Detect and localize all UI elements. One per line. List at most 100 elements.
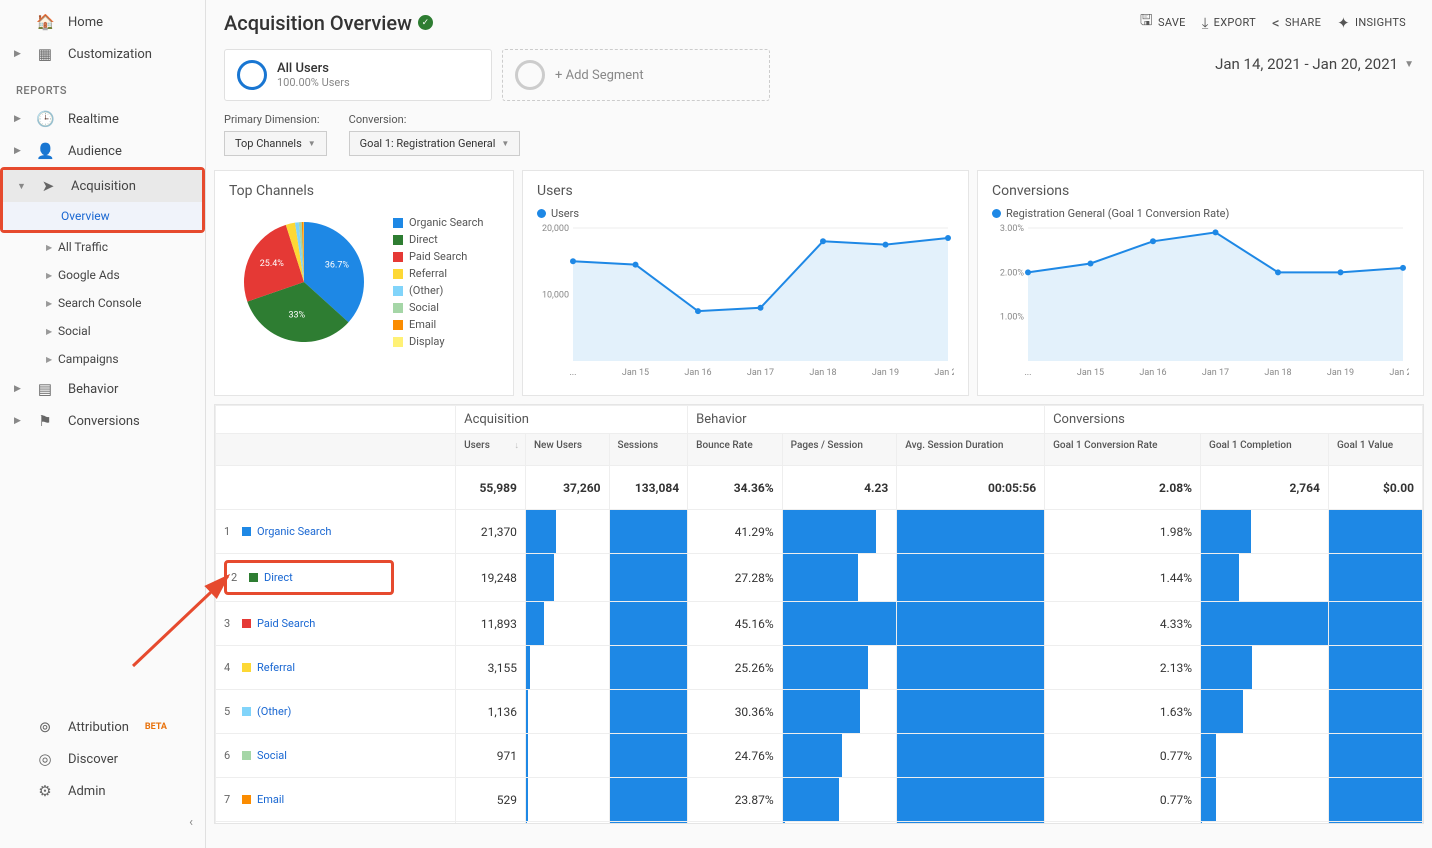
col-header[interactable]: Bounce Rate <box>688 434 782 466</box>
label: Audience <box>68 144 122 159</box>
channel-link[interactable]: Direct <box>264 571 293 584</box>
channel-link[interactable]: Referral <box>257 661 295 674</box>
conversion-dropdown[interactable]: Goal 1: Registration General▼ <box>349 131 521 156</box>
chevron-down-icon: ▼ <box>308 139 316 148</box>
svg-text:10,000: 10,000 <box>542 291 569 301</box>
main: Acquisition Overview ✓ 🖫SAVE ⤓EXPORT <SH… <box>206 0 1432 848</box>
share-button[interactable]: <SHARE <box>1264 14 1329 32</box>
label: Google Ads <box>58 268 120 282</box>
table-row: 5(Other)1,13630.36%1.63% <box>216 690 1423 734</box>
svg-text:1.00%: 1.00% <box>1000 313 1025 323</box>
caret-icon: ▶ <box>14 384 22 394</box>
add-segment[interactable]: + Add Segment <box>502 49 770 101</box>
dimension-row: Primary Dimension: Top Channels▼ Convers… <box>206 101 1432 164</box>
caret-icon: ▶ <box>46 327 52 336</box>
nav-behavior[interactable]: ▶▤Behavior <box>0 373 205 405</box>
reports-section-label: REPORTS <box>0 70 205 103</box>
col-header[interactable]: Avg. Session Duration <box>897 434 1045 466</box>
dot-icon <box>537 209 546 218</box>
channel-link[interactable]: Organic Search <box>257 525 331 538</box>
svg-text:Jan 15: Jan 15 <box>622 368 649 378</box>
chevron-left-icon: ‹ <box>189 815 193 830</box>
date-range-picker[interactable]: Jan 14, 2021 - Jan 20, 2021▼ <box>1215 49 1414 73</box>
clock-icon: 🕒 <box>36 110 54 128</box>
svg-text:Jan 20: Jan 20 <box>934 368 954 378</box>
label: Discover <box>68 752 118 767</box>
col-header[interactable]: Pages / Session <box>782 434 897 466</box>
nav-acq-all-traffic[interactable]: ▶All Traffic <box>0 233 205 261</box>
insights-button[interactable]: ✦INSIGHTS <box>1329 14 1414 32</box>
acquisition-icon: ➤ <box>39 177 57 195</box>
col-header[interactable]: Users↓ <box>456 434 526 466</box>
nav-acq-social[interactable]: ▶ Social <box>0 317 205 345</box>
export-icon: ⤓ <box>1202 14 1209 32</box>
svg-text:Jan 18: Jan 18 <box>1264 368 1291 378</box>
nav-discover[interactable]: ◎Discover <box>0 743 205 775</box>
svg-text:Jan 15: Jan 15 <box>1077 368 1104 378</box>
channel-link[interactable]: Email <box>257 793 284 806</box>
label: All Traffic <box>58 240 108 254</box>
label: Social <box>58 324 91 338</box>
caret-icon: ▶ <box>14 146 22 156</box>
label: Acquisition <box>71 179 136 194</box>
nav-acq-overview[interactable]: Overview <box>3 202 202 230</box>
nav-home[interactable]: 🏠 Home <box>0 6 205 38</box>
svg-text:...: ... <box>569 368 576 378</box>
channel-link[interactable]: Social <box>257 749 287 762</box>
nav-audience[interactable]: ▶ 👤 Audience <box>0 135 205 167</box>
table-totals-row: 55,98937,260133,08434.36%4.2300:05:562.0… <box>216 466 1423 510</box>
nav-acq-search-console[interactable]: ▶Search Console <box>0 289 205 317</box>
svg-text:Jan 17: Jan 17 <box>1202 368 1229 378</box>
svg-text:33%: 33% <box>288 310 305 320</box>
chart-title: Conversions <box>992 183 1409 199</box>
primary-dimension-label: Primary Dimension: <box>224 113 327 126</box>
table-row: 1Organic Search21,37041.29%1.98% <box>216 510 1423 554</box>
flag-icon: ⚑ <box>36 412 54 430</box>
home-icon: 🏠 <box>36 13 54 31</box>
export-button[interactable]: ⤓EXPORT <box>1194 14 1264 32</box>
insights-icon: ✦ <box>1337 14 1350 32</box>
sidebar-collapse[interactable]: ‹ <box>0 807 205 838</box>
nav-admin[interactable]: ⚙Admin <box>0 775 205 807</box>
line-legend: Users <box>537 207 954 220</box>
col-header[interactable]: New Users <box>525 434 609 466</box>
segment-title: All Users <box>277 61 350 76</box>
col-header[interactable]: Goal 1 Value <box>1328 434 1422 466</box>
verified-icon: ✓ <box>418 15 433 30</box>
col-header[interactable]: Sessions <box>609 434 688 466</box>
chart-users: Users Users 10,00020,000...Jan 15Jan 16J… <box>522 170 969 396</box>
svg-text:36.7%: 36.7% <box>325 260 350 270</box>
segment-all-users[interactable]: All Users100.00% Users <box>224 49 492 101</box>
svg-text:Jan 19: Jan 19 <box>1327 368 1354 378</box>
gear-icon: ⚙ <box>36 782 54 800</box>
svg-text:Jan 16: Jan 16 <box>684 368 711 378</box>
primary-dimension-dropdown[interactable]: Top Channels▼ <box>224 131 327 156</box>
person-icon: 👤 <box>36 142 54 160</box>
chart-top-channels: Top Channels 36.7%33%25.4% Organic Searc… <box>214 170 514 396</box>
channel-link[interactable]: Paid Search <box>257 617 315 630</box>
nav-attribution[interactable]: ⊚AttributionBETA <box>0 711 205 743</box>
segment-sub: 100.00% Users <box>277 76 350 89</box>
titlebar: Acquisition Overview ✓ 🖫SAVE ⤓EXPORT <SH… <box>206 0 1432 45</box>
save-button[interactable]: 🖫SAVE <box>1132 10 1194 35</box>
line-chart-users: 10,00020,000...Jan 15Jan 16Jan 17Jan 18J… <box>537 224 954 379</box>
col-header[interactable]: Goal 1 Conversion Rate <box>1045 434 1201 466</box>
pie-chart: 36.7%33%25.4% <box>229 207 379 357</box>
add-segment-label: + Add Segment <box>555 68 644 83</box>
nav-acq-google-ads[interactable]: ▶Google Ads <box>0 261 205 289</box>
label: Home <box>68 15 103 30</box>
label: Conversions <box>68 414 140 429</box>
label: Attribution <box>68 720 129 735</box>
nav-acquisition[interactable]: ▼➤Acquisition <box>3 170 202 202</box>
sidebar: 🏠 Home ▶▦Customization REPORTS ▶🕒Realtime… <box>0 0 206 848</box>
table-row: 4Referral3,15525.26%2.13% <box>216 646 1423 690</box>
segment-row: All Users100.00% Users + Add Segment Jan… <box>206 45 1432 101</box>
nav-acq-campaigns[interactable]: ▶Campaigns <box>0 345 205 373</box>
svg-text:3.00%: 3.00% <box>1000 224 1025 234</box>
channel-link[interactable]: (Other) <box>257 705 291 718</box>
nav-realtime[interactable]: ▶🕒Realtime <box>0 103 205 135</box>
col-header[interactable]: Goal 1 Completion <box>1201 434 1329 466</box>
nav-conversions[interactable]: ▶⚑Conversions <box>0 405 205 437</box>
nav-customization[interactable]: ▶▦Customization <box>0 38 205 70</box>
beta-badge: BETA <box>145 722 167 732</box>
